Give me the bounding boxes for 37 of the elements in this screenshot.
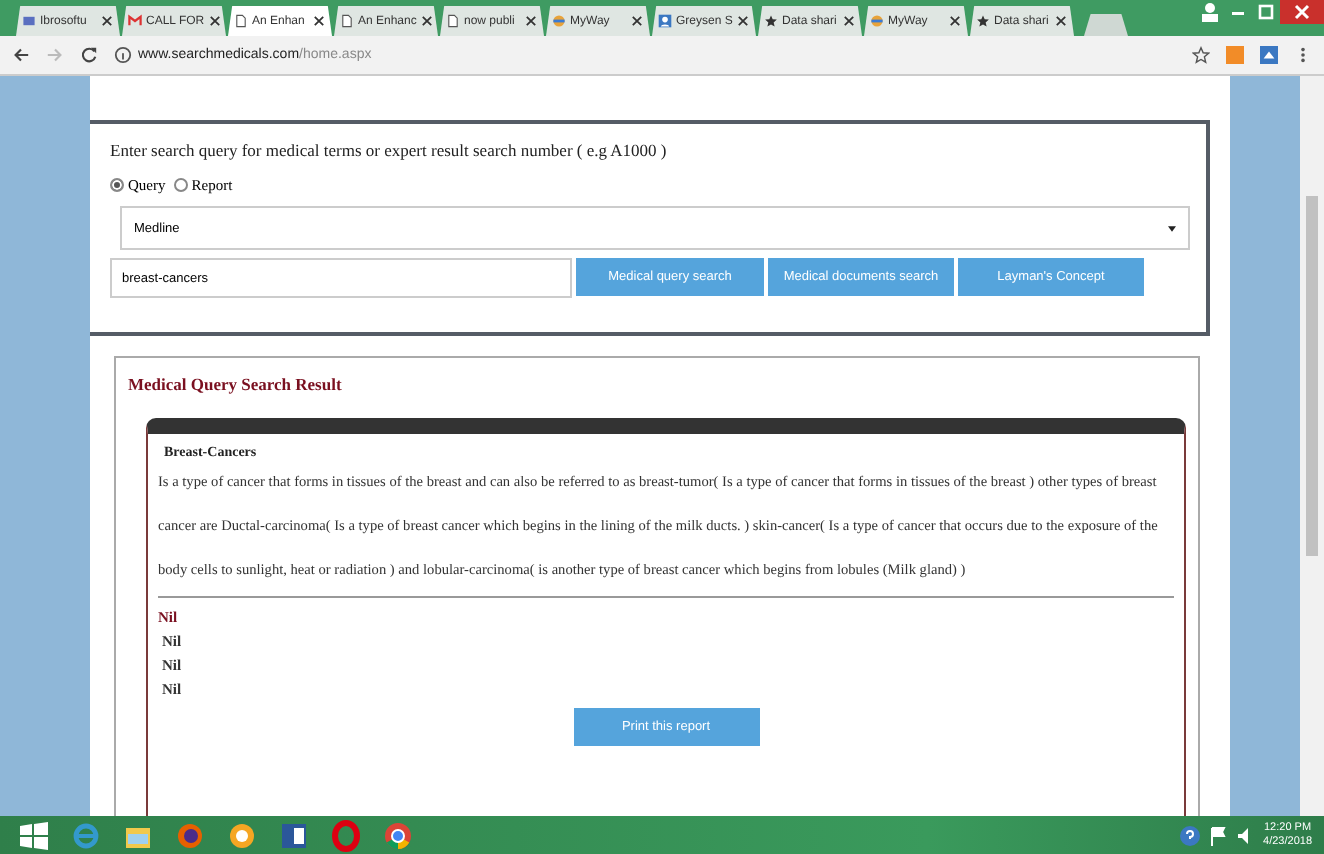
close-icon[interactable] [420, 14, 435, 28]
mail-icon [128, 14, 142, 28]
close-icon[interactable] [630, 14, 644, 28]
word-icon[interactable] [278, 819, 310, 851]
close-icon[interactable] [524, 14, 538, 28]
back-arrow-icon[interactable] [12, 46, 30, 64]
person-icon [658, 14, 672, 28]
close-icon[interactable] [842, 14, 856, 28]
globe-icon [870, 14, 884, 28]
windows-start-icon[interactable] [20, 821, 48, 849]
close-icon[interactable] [736, 14, 751, 28]
help-icon[interactable] [1179, 825, 1200, 845]
page-icon [340, 14, 354, 28]
star-icon [976, 14, 990, 28]
close-icon[interactable] [1054, 14, 1068, 28]
search-prompt: Enter search query for medical terms or expert result search number ( e.g A1000 ) [110, 140, 669, 160]
page-icon [234, 14, 248, 28]
close-icon[interactable] [312, 14, 326, 28]
page-icon [446, 14, 460, 28]
info-icon [114, 46, 132, 64]
flag-icon[interactable] [1207, 825, 1228, 845]
gear-icon[interactable] [226, 819, 258, 851]
close-icon[interactable] [948, 14, 962, 28]
dropdown-caret-icon [1168, 225, 1176, 231]
star-icon[interactable] [1192, 46, 1210, 64]
extension-icon[interactable] [1260, 46, 1278, 64]
star-icon [764, 14, 778, 28]
reload-icon[interactable] [80, 46, 98, 64]
firefox-icon[interactable] [174, 819, 206, 851]
result-title: Medical Query Search Result [128, 374, 344, 394]
globe-icon [552, 14, 566, 28]
person-icon[interactable] [1196, 0, 1224, 24]
close-icon[interactable] [208, 14, 223, 28]
close-icon[interactable] [100, 14, 114, 28]
chrome-icon[interactable] [382, 819, 414, 851]
close-icon[interactable] [1280, 0, 1324, 24]
mail-icon [22, 14, 36, 28]
